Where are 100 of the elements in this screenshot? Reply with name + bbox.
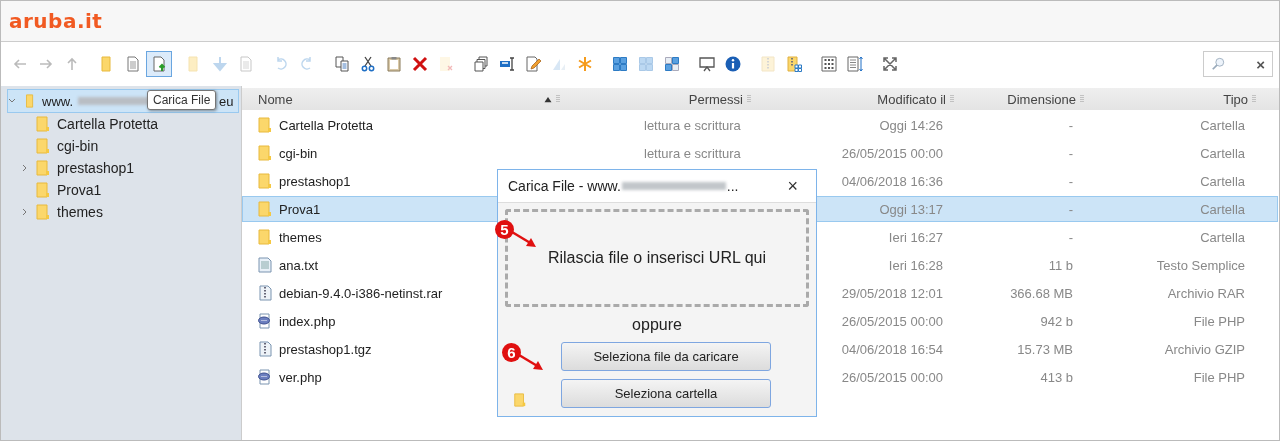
file-name: debian-9.4.0-i386-netinst.rar: [279, 285, 443, 301]
zip-grid-icon: [786, 56, 802, 72]
table-cell: 413 b: [1040, 369, 1073, 385]
table-cell: Oggi 13:17: [879, 201, 943, 217]
folder-icon: [257, 229, 273, 245]
script-file-icon: [257, 369, 273, 385]
column-header[interactable]: Nome: [242, 88, 566, 110]
asterisk-icon: [577, 56, 593, 72]
folder-icon: [35, 160, 51, 176]
tree-item[interactable]: Prova1: [1, 179, 241, 201]
table-cell: lettura e scrittura: [644, 145, 741, 161]
tree-label: Cartella Protetta: [57, 116, 159, 132]
tree-item[interactable]: themes: [1, 201, 241, 223]
table-cell: Ieri 16:28: [888, 257, 943, 273]
arrow-down-icon: [212, 56, 228, 72]
table-cell: Archivio RAR: [1167, 285, 1245, 301]
folder-icon: [257, 145, 273, 161]
table-cell: -: [1068, 173, 1073, 189]
table-cell: 04/06/2018 16:54: [841, 341, 943, 357]
resize-grip-icon[interactable]: [950, 94, 954, 104]
table-cell: Cartella: [1200, 145, 1245, 161]
table-cell: Testo Semplice: [1156, 257, 1245, 273]
table-cell: File PHP: [1193, 369, 1245, 385]
table-cell: lettura e scrittura: [644, 117, 741, 133]
close-button[interactable]: ×: [783, 175, 802, 197]
table-cell: -: [1068, 201, 1073, 217]
tree-label: eu: [219, 93, 234, 109]
chevron-icon[interactable]: [21, 164, 29, 172]
resize-grip-icon[interactable]: [1080, 94, 1084, 104]
resize-grip-icon[interactable]: [556, 94, 560, 104]
tiles-icon: [664, 56, 680, 72]
folder-icon: [35, 116, 51, 132]
column-header[interactable]: Modificato il: [757, 88, 960, 110]
table-cell: 26/05/2015 00:00: [841, 145, 943, 161]
resize-grip-icon[interactable]: [747, 94, 751, 104]
list-height-icon: [847, 56, 863, 72]
grid-icon: [638, 56, 654, 72]
grid-icon: [612, 56, 628, 72]
resize-grip-icon[interactable]: [1252, 94, 1256, 104]
rename-icon: [499, 56, 515, 72]
copy-icon: [334, 56, 350, 72]
delete-icon: [412, 56, 428, 72]
table-cell: Cartella: [1200, 173, 1245, 189]
select-button[interactable]: Seleziona file da caricare: [561, 342, 771, 371]
search-field[interactable]: ×: [1203, 51, 1273, 77]
script-file-icon: [257, 313, 273, 329]
file-name: index.php: [279, 313, 336, 329]
table-cell: 366.68 MB: [1010, 285, 1073, 301]
folder-icon: [257, 201, 273, 217]
document-icon: [238, 56, 254, 72]
zip-file-icon: [257, 285, 273, 301]
table-cell: Cartella: [1200, 117, 1245, 133]
tree-item[interactable]: Cartella Protetta: [1, 113, 241, 135]
table-cell: 11 b: [1048, 257, 1073, 273]
logo: aruba.it: [9, 9, 103, 33]
chevron-icon[interactable]: [8, 97, 18, 105]
folder-icon: [257, 173, 273, 189]
folder-icon: [257, 117, 273, 133]
zip-folder-icon: [760, 56, 776, 72]
table-cell: 26/05/2015 00:00: [841, 313, 943, 329]
clipboard-icon: [386, 56, 402, 72]
tooltip: Carica File: [147, 90, 217, 110]
table-cell: Oggi 14:26: [879, 117, 943, 133]
dialog-title: Carica File - www.: [508, 178, 621, 194]
folder-icon: [35, 138, 51, 154]
clear-icon: [438, 56, 454, 72]
table-cell: Cartella: [1200, 229, 1245, 245]
fullscreen-icon: [882, 56, 898, 72]
file-name: themes: [279, 229, 322, 245]
file-name: prestashop1.tgz: [279, 341, 372, 357]
easel-icon: [699, 56, 715, 72]
toolbar-button[interactable]: [146, 51, 172, 77]
table-cell: 04/06/2018 16:36: [841, 173, 943, 189]
tree-label: themes: [57, 204, 103, 220]
table-cell: Cartella: [1200, 201, 1245, 217]
table-cell: -: [1068, 117, 1073, 133]
column-header[interactable]: Tipo: [1090, 88, 1262, 110]
table-cell: Ieri 16:27: [888, 229, 943, 245]
file-name: ver.php: [279, 369, 322, 385]
folder-icon: [513, 392, 527, 408]
dot-grid-icon: [821, 56, 837, 72]
table-cell: -: [1068, 229, 1073, 245]
table-cell: 942 b: [1040, 313, 1073, 329]
text-file-icon: [257, 257, 273, 273]
drop-zone-label: Rilascia file o inserisci URL qui: [547, 249, 767, 267]
tree-item[interactable]: cgi-bin: [1, 135, 241, 157]
column-header[interactable]: Dimensione: [960, 88, 1090, 110]
clear-button[interactable]: ×: [1256, 55, 1265, 73]
zip-file-icon: [257, 341, 273, 357]
duplicate-icon: [473, 56, 489, 72]
column-header[interactable]: Permessi: [566, 88, 757, 110]
folder-icon: [35, 182, 51, 198]
dialog-title: ...: [726, 178, 739, 194]
tree-item[interactable]: prestashop1: [1, 157, 241, 179]
chevron-icon[interactable]: [21, 208, 29, 216]
file-name: Prova1: [279, 201, 321, 217]
select-button[interactable]: Seleziona cartella: [561, 379, 771, 408]
table-cell: Archivio GZIP: [1164, 341, 1245, 357]
tree-label: cgi-bin: [57, 138, 99, 154]
separator-label: oppure: [632, 316, 682, 334]
